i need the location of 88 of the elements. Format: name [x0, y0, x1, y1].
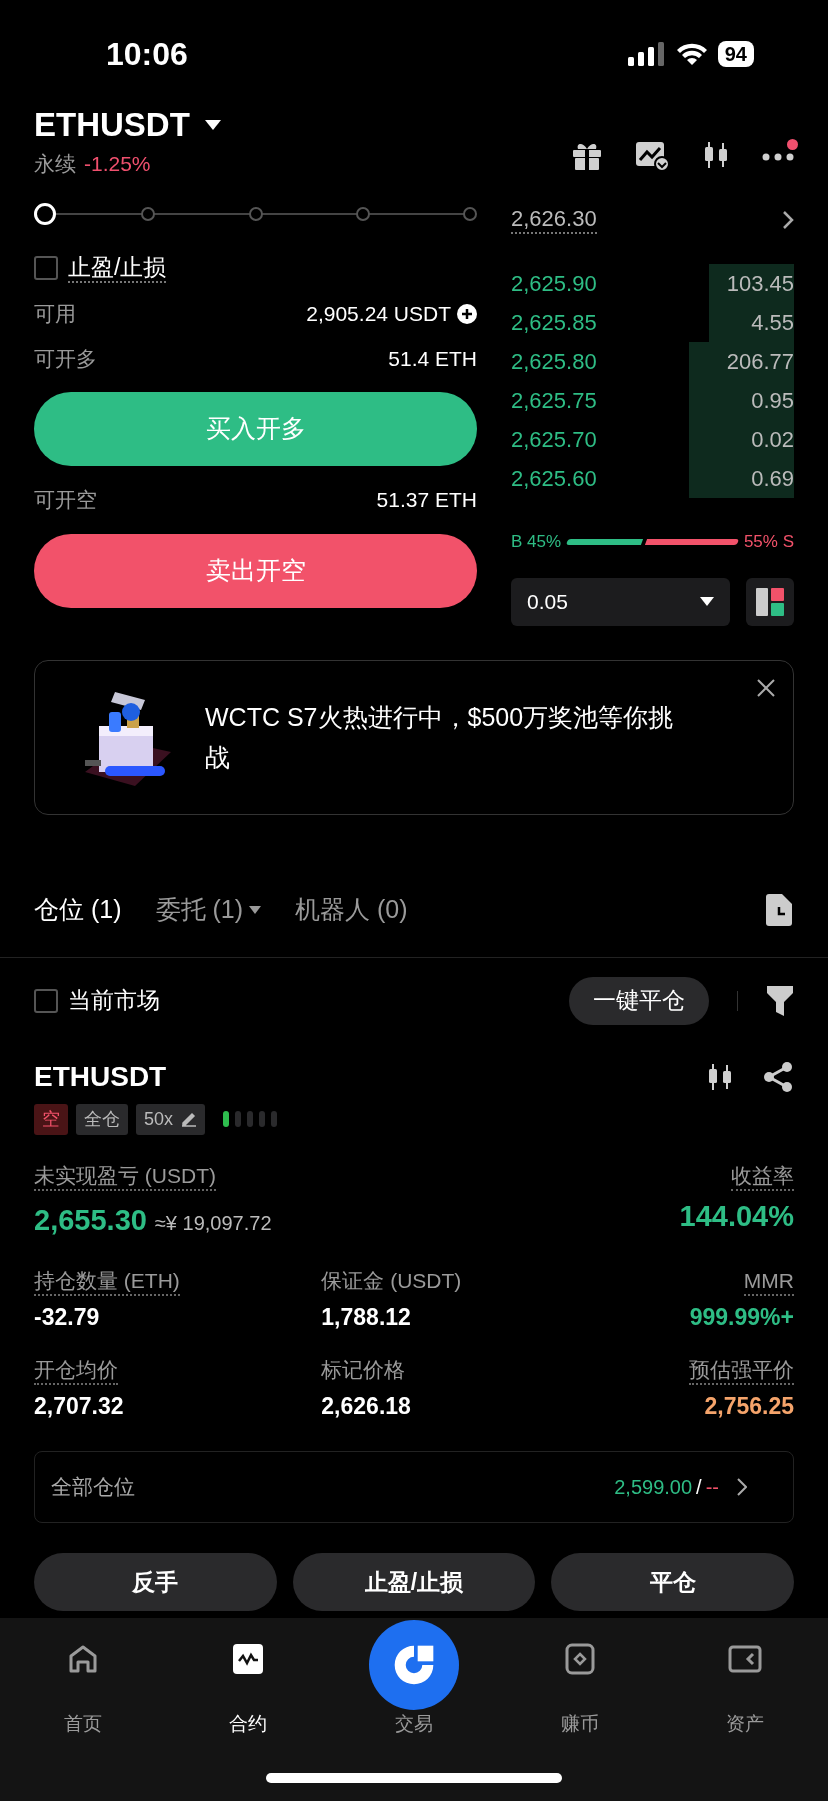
checkbox[interactable]: [34, 255, 58, 280]
stat-value: 2,756.25: [704, 1391, 794, 1421]
price-change: -1.25%: [84, 151, 151, 177]
slider-stop[interactable]: [355, 206, 370, 221]
stat-label[interactable]: 预估强平价: [689, 1356, 794, 1385]
bid-size: 0.69: [689, 458, 794, 498]
pnl-cny: ≈¥ 19,097.72: [154, 1210, 272, 1236]
bid-size: 0.95: [689, 380, 794, 420]
stat-label[interactable]: MMR: [743, 1268, 794, 1296]
symbol-title[interactable]: ETHUSDT: [34, 104, 190, 146]
all-positions-row[interactable]: 全部仓位 2,599.00 / --: [34, 1451, 794, 1523]
bid-size: 4.55: [709, 302, 794, 342]
slider-thumb[interactable]: [34, 202, 56, 225]
available-label: 可用: [34, 300, 76, 327]
slider-stop[interactable]: [248, 206, 263, 221]
tpsl-label[interactable]: 止盈/止损: [68, 252, 167, 283]
chart-icon: [231, 1642, 266, 1676]
bid-price[interactable]: 2,625.75: [511, 383, 597, 417]
roe-label[interactable]: 收益率: [731, 1162, 794, 1191]
sell-ratio: 55% S: [743, 530, 794, 553]
position-tab[interactable]: 委托 (1): [155, 890, 261, 929]
risk-meter-icon: [221, 1109, 278, 1129]
roe-value: 144.04%: [679, 1198, 794, 1234]
bid-price[interactable]: 2,625.70: [511, 422, 597, 456]
layout-toggle[interactable]: [746, 577, 794, 626]
share-icon[interactable]: [762, 1060, 794, 1093]
bid-size: 103.45: [709, 263, 794, 303]
nav-tab[interactable]: 首页: [63, 1642, 102, 1739]
short-max-value: 51.37 ETH: [376, 486, 477, 513]
caret-icon: [700, 597, 714, 606]
bid-size: 0.02: [689, 419, 794, 459]
promo-banner[interactable]: WCTC S7火热进行中，$500万奖池等你挑战: [34, 659, 794, 815]
history-icon[interactable]: [764, 892, 794, 927]
layout-icon: [755, 586, 785, 617]
pnl-value: 2,655.30: [34, 1202, 147, 1238]
add-icon[interactable]: [457, 303, 477, 324]
close-icon[interactable]: [757, 678, 775, 697]
pnl-label[interactable]: 未实现盈亏 (USDT): [34, 1162, 216, 1191]
bid-price[interactable]: 2,625.90: [511, 266, 597, 300]
stat-value: 2,626.18: [321, 1391, 411, 1421]
bid-price[interactable]: 2,625.60: [511, 461, 597, 495]
bid-price[interactable]: 2,625.85: [511, 305, 597, 339]
buy-ratio: B 45%: [511, 530, 562, 553]
nav-tab[interactable]: 资产: [726, 1642, 765, 1739]
stat-label[interactable]: 持仓数量 (ETH): [34, 1268, 180, 1296]
position-action-button[interactable]: 止盈/止损: [292, 1553, 536, 1611]
available-value: 2,905.24 USDT: [306, 300, 451, 327]
long-max-value: 51.4 ETH: [388, 345, 477, 372]
wifi-icon: [675, 42, 708, 66]
stat-value: 999.99%+: [689, 1303, 794, 1332]
banner-text: WCTC S7火热进行中，$500万奖池等你挑战: [205, 702, 675, 773]
chevron-right-icon: [737, 1478, 747, 1496]
position-action-button[interactable]: 平仓: [551, 1553, 794, 1611]
battery-level: 94: [717, 41, 754, 67]
position-action-button[interactable]: 反手: [34, 1553, 277, 1611]
last-price[interactable]: 2,626.30: [511, 205, 597, 234]
position-tab[interactable]: 仓位 (1): [34, 890, 122, 929]
stat-label: 保证金 (USDT): [321, 1268, 462, 1294]
side-tag: 空: [34, 1103, 68, 1135]
close-all-button[interactable]: 一键平仓: [569, 976, 709, 1025]
short-max-label: 可开空: [34, 486, 97, 513]
stat-value: 1,788.12: [321, 1303, 411, 1332]
leverage-tag[interactable]: 50x: [136, 1103, 206, 1135]
contract-type: 永续: [34, 151, 76, 177]
stat-value: 2,707.32: [34, 1391, 124, 1421]
margin-mode-tag: 全仓: [76, 1103, 128, 1135]
position-symbol: ETHUSDT: [34, 1059, 167, 1094]
status-time: 10:06: [106, 35, 188, 74]
position-tab[interactable]: 机器人 (0): [295, 890, 408, 929]
chevron-right-icon[interactable]: [782, 209, 794, 230]
current-market-label[interactable]: 当前市场: [68, 983, 569, 1018]
slider-stop[interactable]: [463, 206, 477, 221]
bid-size: 206.77: [689, 341, 794, 381]
dropdown-caret-icon[interactable]: [203, 119, 222, 131]
slider-stop[interactable]: [141, 206, 156, 221]
precision-select[interactable]: 0.05: [511, 577, 730, 626]
stat-value: -32.79: [34, 1303, 100, 1332]
stat-label[interactable]: 开仓均价: [34, 1356, 118, 1385]
bid-price[interactable]: 2,625.80: [511, 344, 597, 378]
nav-tab[interactable]: 合约: [229, 1642, 268, 1739]
checkbox[interactable]: [34, 988, 58, 1013]
filter-icon[interactable]: [766, 984, 794, 1017]
edit-icon: [181, 1111, 198, 1127]
signal-icon: [627, 42, 666, 66]
nav-tab[interactable]: 交易: [395, 1710, 433, 1739]
nav-tab[interactable]: 赚币: [560, 1642, 599, 1739]
stat-label: 标记价格: [321, 1356, 406, 1383]
long-max-label: 可开多: [34, 345, 97, 372]
